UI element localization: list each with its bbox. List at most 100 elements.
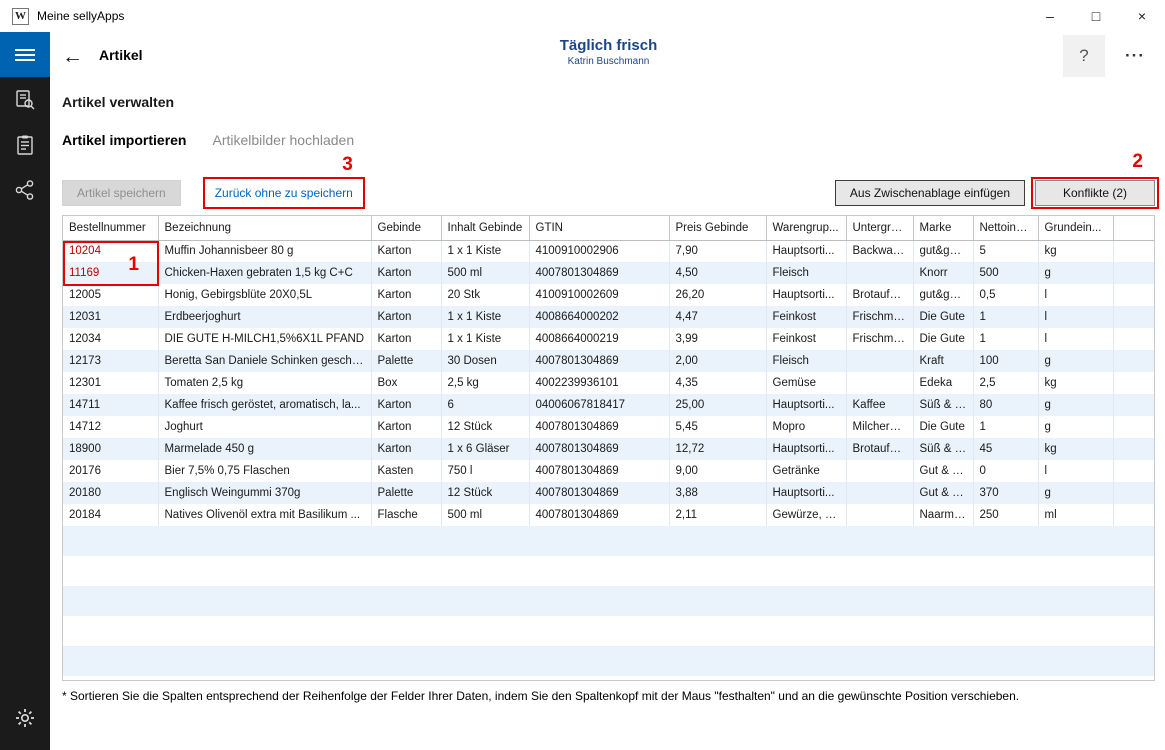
sidebar-item-share[interactable] (0, 167, 50, 212)
tab-bar: Artikel importieren Artikelbilder hochla… (62, 132, 1155, 148)
cell: 10204 (63, 240, 158, 262)
user-name: Katrin Buschmann (560, 56, 658, 67)
save-articles-button[interactable]: Artikel speichern (62, 180, 181, 206)
cell: 45 (973, 438, 1038, 460)
cell: 12031 (63, 306, 158, 328)
cell-filler (1113, 284, 1154, 306)
table-row[interactable]: 12005Honig, Gebirgsblüte 20X0,5LKarton20… (63, 284, 1154, 306)
annotation-label-3: 3 (342, 155, 353, 174)
column-header[interactable]: Nettoinhalt (973, 216, 1038, 240)
cell: 0 (973, 460, 1038, 482)
table-row[interactable]: 20184Natives Olivenöl extra mit Basiliku… (63, 504, 1154, 526)
cell: Brotaufstr... (846, 438, 913, 460)
table-row[interactable]: 10204Muffin Johannisbeer 80 gKarton1 x 1… (63, 240, 1154, 262)
cell: 100 (973, 350, 1038, 372)
sidebar-item-search[interactable] (0, 77, 50, 122)
table-row[interactable]: 14711Kaffee frisch geröstet, aromatisch,… (63, 394, 1154, 416)
cell: Milcherze... (846, 416, 913, 438)
cell: 18900 (63, 438, 158, 460)
header-actions: ? ··· (1063, 34, 1153, 78)
column-header[interactable]: Untergrup... (846, 216, 913, 240)
cell: 4,50 (669, 262, 766, 284)
page-header: ← Artikel Täglich frisch Katrin Buschman… (62, 32, 1155, 78)
cell-filler (1113, 372, 1154, 394)
cell: Feinkost (766, 328, 846, 350)
cell: 20180 (63, 482, 158, 504)
cell: Karton (371, 240, 441, 262)
back-button[interactable]: ← (62, 46, 83, 67)
help-button[interactable]: ? (1063, 35, 1105, 77)
more-button[interactable]: ··· (1125, 46, 1153, 66)
cell: 1 x 1 Kiste (441, 328, 529, 350)
maximize-button[interactable]: □ (1073, 0, 1119, 32)
cell: 20176 (63, 460, 158, 482)
column-header[interactable]: GTIN (529, 216, 669, 240)
cell: Hauptsorti... (766, 284, 846, 306)
shop-name: Täglich frisch (560, 37, 658, 54)
cell: Honig, Gebirgsblüte 20X0,5L (158, 284, 371, 306)
cell-filler (1113, 438, 1154, 460)
cell (846, 372, 913, 394)
column-header[interactable]: Preis Gebinde (669, 216, 766, 240)
tab-artikel-importieren[interactable]: Artikel importieren (62, 132, 186, 148)
cell: Muffin Johannisbeer 80 g (158, 240, 371, 262)
cell: Frischmilch (846, 306, 913, 328)
table-row[interactable]: 12031ErdbeerjoghurtKarton1 x 1 Kiste4008… (63, 306, 1154, 328)
table-row[interactable]: 11169Chicken-Haxen gebraten 1,5 kg C+CKa… (63, 262, 1154, 284)
table-row[interactable]: 20176Bier 7,5% 0,75 FlaschenKasten750 l4… (63, 460, 1154, 482)
minimize-button[interactable]: – (1027, 0, 1073, 32)
cell (846, 504, 913, 526)
column-header[interactable]: Marke (913, 216, 973, 240)
cell: 4007801304869 (529, 460, 669, 482)
cell: 2,5 (973, 372, 1038, 394)
cell-filler (1113, 416, 1154, 438)
cell: g (1038, 482, 1113, 504)
conflicts-button[interactable]: Konflikte (2) (1035, 180, 1155, 206)
back-without-saving-button[interactable]: Zurück ohne zu speichern (207, 180, 361, 206)
table-row[interactable]: 12173Beretta San Daniele Schinken geschn… (63, 350, 1154, 372)
table-row[interactable]: 12301Tomaten 2,5 kgBox2,5 kg400223993610… (63, 372, 1154, 394)
table-row[interactable]: 12034DIE GUTE H-MILCH1,5%6X1L PFANDKarto… (63, 328, 1154, 350)
table-row[interactable]: 14712JoghurtKarton12 Stück40078013048695… (63, 416, 1154, 438)
cell: 4008664000202 (529, 306, 669, 328)
cell: 750 l (441, 460, 529, 482)
column-header[interactable]: Inhalt Gebinde (441, 216, 529, 240)
column-header[interactable]: Warengrup... (766, 216, 846, 240)
sidebar (0, 32, 50, 750)
table-row[interactable]: 20180Englisch Weingummi 370gPalette12 St… (63, 482, 1154, 504)
column-header[interactable]: Bestellnummer (63, 216, 158, 240)
cell: Marmelade 450 g (158, 438, 371, 460)
cell: 4002239936101 (529, 372, 669, 394)
close-button[interactable]: × (1119, 0, 1165, 32)
data-grid: BestellnummerBezeichnungGebindeInhalt Ge… (63, 216, 1154, 526)
cell: 500 ml (441, 504, 529, 526)
column-header-filler (1113, 216, 1154, 240)
cell: 12301 (63, 372, 158, 394)
cell: Knorr (913, 262, 973, 284)
sidebar-item-articles[interactable] (0, 122, 50, 167)
cell: 5,45 (669, 416, 766, 438)
cell: 80 (973, 394, 1038, 416)
cell: Englisch Weingummi 370g (158, 482, 371, 504)
table-row[interactable]: 18900Marmelade 450 gKarton1 x 6 Gläser40… (63, 438, 1154, 460)
sorting-hint: * Sortieren Sie die Spalten entsprechend… (62, 689, 1155, 703)
cell: 20184 (63, 504, 158, 526)
cell-filler (1113, 350, 1154, 372)
column-header[interactable]: Gebinde (371, 216, 441, 240)
cell: 0,5 (973, 284, 1038, 306)
hamburger-menu-button[interactable] (0, 32, 50, 77)
column-header[interactable]: Grundein... (1038, 216, 1113, 240)
cell: 4,35 (669, 372, 766, 394)
paste-from-clipboard-button[interactable]: Aus Zwischenablage einfügen (835, 180, 1025, 206)
page-title: Artikel (99, 47, 143, 63)
annotation-wrap-3: Zurück ohne zu speichern 3 (207, 180, 361, 206)
cell-filler (1113, 460, 1154, 482)
settings-button[interactable] (0, 695, 50, 740)
titlebar: W Meine sellyApps – □ × (0, 0, 1165, 32)
annotation-label-2: 2 (1132, 152, 1143, 171)
cell: 250 (973, 504, 1038, 526)
tab-artikelbilder-hochladen[interactable]: Artikelbilder hochladen (212, 132, 354, 148)
cell: Naarmann (913, 504, 973, 526)
column-header[interactable]: Bezeichnung (158, 216, 371, 240)
cell: 12 Stück (441, 482, 529, 504)
